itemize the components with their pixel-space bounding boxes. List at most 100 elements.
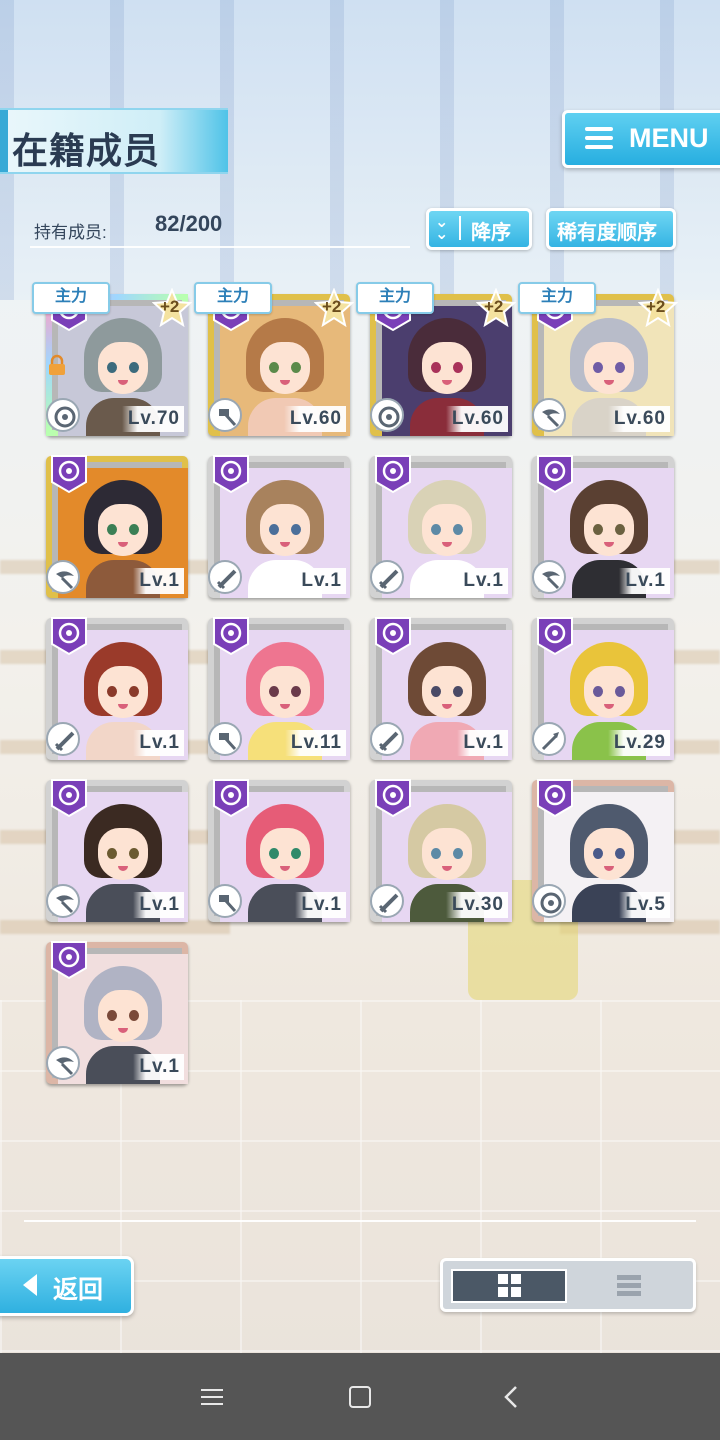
- hamburger-icon: [585, 127, 613, 149]
- nav-back-button[interactable]: [490, 1381, 530, 1413]
- attribute-badge-icon: [374, 454, 412, 494]
- nav-menu-button[interactable]: [192, 1381, 232, 1413]
- blade-weapon-icon: [370, 722, 404, 756]
- card-level: Lv.1: [457, 568, 508, 594]
- card-level: Lv.1: [133, 568, 184, 594]
- attribute-badge-icon: [536, 778, 574, 818]
- back-button[interactable]: 返回: [0, 1256, 134, 1316]
- grid-icon: [498, 1274, 521, 1297]
- member-card[interactable]: Lv.5: [532, 778, 674, 922]
- card-level: Lv.1: [457, 730, 508, 756]
- plus-rank-badge-icon: +2: [152, 288, 192, 328]
- member-card[interactable]: Lv.1: [46, 616, 188, 760]
- card-level: Lv.1: [133, 892, 184, 918]
- sort-rarity-button[interactable]: 稀有度顺序: [546, 208, 676, 250]
- sort-order-label: 降序: [471, 222, 511, 244]
- sniper-weapon-icon: [46, 398, 80, 432]
- card-level: Lv.30: [445, 892, 508, 918]
- scythe-weapon-icon: [46, 560, 80, 594]
- card-level: Lv.1: [295, 568, 346, 594]
- member-count-value: 82/200: [155, 211, 223, 236]
- scythe-weapon-icon: [532, 560, 566, 594]
- member-card[interactable]: Lv.1: [532, 454, 674, 598]
- nav-home-button[interactable]: [340, 1381, 380, 1413]
- card-level: Lv.1: [295, 892, 346, 918]
- lead-member-tag: 主力: [518, 282, 596, 314]
- attribute-badge-icon: [374, 778, 412, 818]
- member-card[interactable]: 主力 +2 Lv.60: [356, 282, 516, 436]
- card-level: Lv.1: [133, 730, 184, 756]
- member-count-label: 持有成员:: [34, 223, 107, 242]
- back-arrow-icon: [23, 1274, 37, 1296]
- spear-weapon-icon: [532, 722, 566, 756]
- member-card[interactable]: 主力 +2 Lv.60: [518, 282, 678, 436]
- member-card[interactable]: Lv.1: [208, 454, 350, 598]
- nav-menu-icon: [201, 1389, 223, 1405]
- blade-weapon-icon: [208, 560, 242, 594]
- nav-back-icon: [504, 1386, 517, 1408]
- attribute-badge-icon: [536, 616, 574, 656]
- sort-order-button[interactable]: ⌄ ⌄ 降序: [426, 208, 532, 250]
- lead-member-tag: 主力: [194, 282, 272, 314]
- member-card[interactable]: Lv.1: [370, 616, 512, 760]
- footer-divider: [24, 1220, 696, 1222]
- plus-rank-badge-icon: +2: [476, 288, 516, 328]
- attribute-badge-icon: [536, 454, 574, 494]
- card-level: Lv.1: [133, 1054, 184, 1080]
- scythe-weapon-icon: [46, 884, 80, 918]
- system-nav-bar: [0, 1353, 720, 1440]
- hammer-weapon-icon: [208, 398, 242, 432]
- attribute-badge-icon: [212, 454, 250, 494]
- attribute-badge-icon: [374, 616, 412, 656]
- attribute-badge-icon: [212, 778, 250, 818]
- lead-member-tag: 主力: [32, 282, 110, 314]
- list-view-button[interactable]: [571, 1269, 687, 1303]
- attribute-badge-icon: [50, 778, 88, 818]
- title-banner: 在籍成员: [0, 108, 228, 174]
- member-card[interactable]: Lv.1: [208, 778, 350, 922]
- member-card[interactable]: Lv.29: [532, 616, 674, 760]
- card-level: Lv.5: [619, 892, 670, 918]
- card-level: Lv.60: [283, 406, 346, 432]
- lock-icon: [46, 354, 68, 376]
- member-card[interactable]: Lv.11: [208, 616, 350, 760]
- hammer-weapon-icon: [208, 722, 242, 756]
- blade-weapon-icon: [370, 560, 404, 594]
- scythe-weapon-icon: [532, 398, 566, 432]
- divider: [459, 216, 461, 240]
- grid-view-button[interactable]: [451, 1269, 567, 1303]
- member-card[interactable]: Lv.1: [46, 940, 188, 1084]
- nav-home-icon: [349, 1386, 371, 1408]
- member-card[interactable]: Lv.1: [46, 778, 188, 922]
- sniper-weapon-icon: [370, 398, 404, 432]
- attribute-badge-icon: [50, 616, 88, 656]
- card-level: Lv.11: [284, 730, 346, 756]
- attribute-badge-icon: [50, 940, 88, 980]
- sniper-weapon-icon: [532, 884, 566, 918]
- blade-weapon-icon: [46, 722, 80, 756]
- menu-button[interactable]: MENU: [562, 110, 720, 168]
- card-level: Lv.60: [445, 406, 508, 432]
- plus-rank-badge-icon: +2: [314, 288, 354, 328]
- member-card[interactable]: Lv.30: [370, 778, 512, 922]
- attribute-badge-icon: [50, 454, 88, 494]
- back-label: 返回: [53, 1276, 104, 1304]
- menu-label: MENU: [629, 123, 709, 153]
- member-card[interactable]: 主力 +2 Lv.60: [194, 282, 354, 436]
- count-underline: [30, 246, 410, 248]
- blade-weapon-icon: [370, 884, 404, 918]
- sort-rarity-label: 稀有度顺序: [557, 222, 657, 244]
- lead-member-tag: 主力: [356, 282, 434, 314]
- view-mode-toggle: [440, 1258, 696, 1312]
- member-card[interactable]: Lv.1: [46, 454, 188, 598]
- scythe-weapon-icon: [46, 1046, 80, 1080]
- list-icon: [617, 1275, 641, 1296]
- attribute-badge-icon: [212, 616, 250, 656]
- page-title: 在籍成员: [12, 130, 161, 171]
- card-level: Lv.60: [607, 406, 670, 432]
- card-level: Lv.70: [121, 406, 184, 432]
- member-card[interactable]: Lv.1: [370, 454, 512, 598]
- card-level: Lv.1: [619, 568, 670, 594]
- member-card[interactable]: 主力 +2 Lv.70: [32, 282, 192, 436]
- hammer-weapon-icon: [208, 884, 242, 918]
